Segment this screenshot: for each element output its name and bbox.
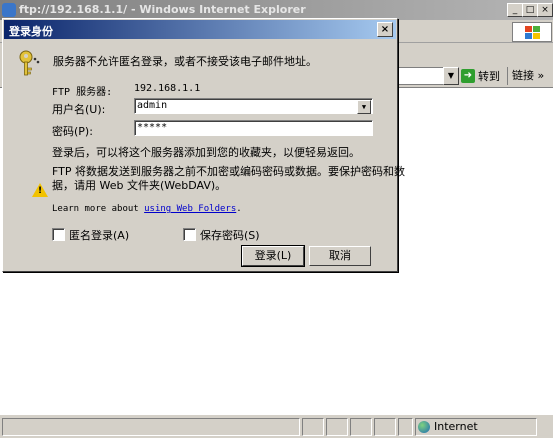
go-button[interactable]: ➜ 转到 [461, 67, 500, 85]
warning-line-2: 据，请用 Web 文件夹(WebDAV)。 [52, 179, 227, 192]
status-pane [326, 418, 348, 436]
username-combo[interactable]: admin ▼ [134, 98, 373, 114]
address-dropdown-button[interactable]: ▼ [443, 67, 459, 85]
status-pane [398, 418, 413, 436]
cancel-button[interactable]: 取消 [309, 246, 371, 266]
links-chevron-icon: » [537, 69, 545, 82]
ie-titlebar[interactable]: ftp://192.168.1.1/ - Windows Internet Ex… [0, 0, 553, 20]
links-button[interactable]: 链接 » [507, 67, 544, 85]
security-zone-label: Internet [434, 420, 478, 433]
password-value: ***** [137, 122, 168, 133]
username-label: 用户名(U): [52, 103, 106, 116]
status-pane [350, 418, 372, 436]
save-password-label[interactable]: 保存密码(S) [200, 227, 260, 243]
ie-window-title: ftp://192.168.1.1/ - Windows Internet Ex… [19, 3, 306, 16]
learn-more-suffix: . [236, 204, 242, 214]
web-folders-link[interactable]: using Web Folders [144, 204, 236, 214]
status-pane [302, 418, 324, 436]
dialog-title: 登录身份 [9, 25, 53, 38]
security-zone: Internet [415, 418, 537, 436]
save-password-checkbox[interactable] [183, 228, 196, 241]
globe-icon [418, 421, 430, 433]
password-input[interactable]: ***** [134, 120, 373, 136]
username-value: admin [137, 100, 168, 111]
login-dialog: 登录身份 × 服务器不允许匿名登录，或者不接受该电子邮件地址。 FTP 服务器:… [2, 18, 405, 272]
address-input[interactable] [398, 67, 444, 85]
ie-logo-icon [2, 3, 16, 17]
server-label: FTP 服务器: [52, 87, 113, 98]
chevron-down-icon[interactable]: ▼ [357, 100, 371, 114]
go-arrow-icon: ➜ [461, 69, 475, 83]
status-pane [374, 418, 396, 436]
minimize-button[interactable]: _ [507, 3, 523, 17]
dialog-close-button[interactable]: × [377, 22, 393, 37]
status-text-pane [2, 418, 300, 436]
learn-more-prefix: Learn more about [52, 204, 139, 214]
status-bar: Internet [0, 414, 553, 438]
anonymous-login-checkbox[interactable] [52, 228, 65, 241]
key-icon [19, 50, 40, 76]
server-value: 192.168.1.1 [134, 83, 201, 94]
windows-logo-icon [512, 22, 552, 42]
close-window-button[interactable]: × [537, 3, 553, 17]
password-label: 密码(P): [52, 125, 93, 138]
dialog-titlebar[interactable]: 登录身份 × [4, 20, 396, 39]
maximize-button[interactable]: □ [522, 3, 538, 17]
warning-mark: ! [38, 186, 43, 196]
info-text: 登录后，可以将这个服务器添加到您的收藏夹，以便轻易返回。 [52, 146, 360, 159]
go-label: 转到 [478, 70, 500, 83]
anonymous-login-label[interactable]: 匿名登录(A) [69, 227, 129, 243]
links-label: 链接 [512, 69, 534, 82]
login-button[interactable]: 登录(L) [241, 245, 305, 267]
learn-more-text: Learn more about using Web Folders. [52, 204, 242, 214]
dialog-message: 服务器不允许匿名登录，或者不接受该电子邮件地址。 [53, 55, 317, 68]
